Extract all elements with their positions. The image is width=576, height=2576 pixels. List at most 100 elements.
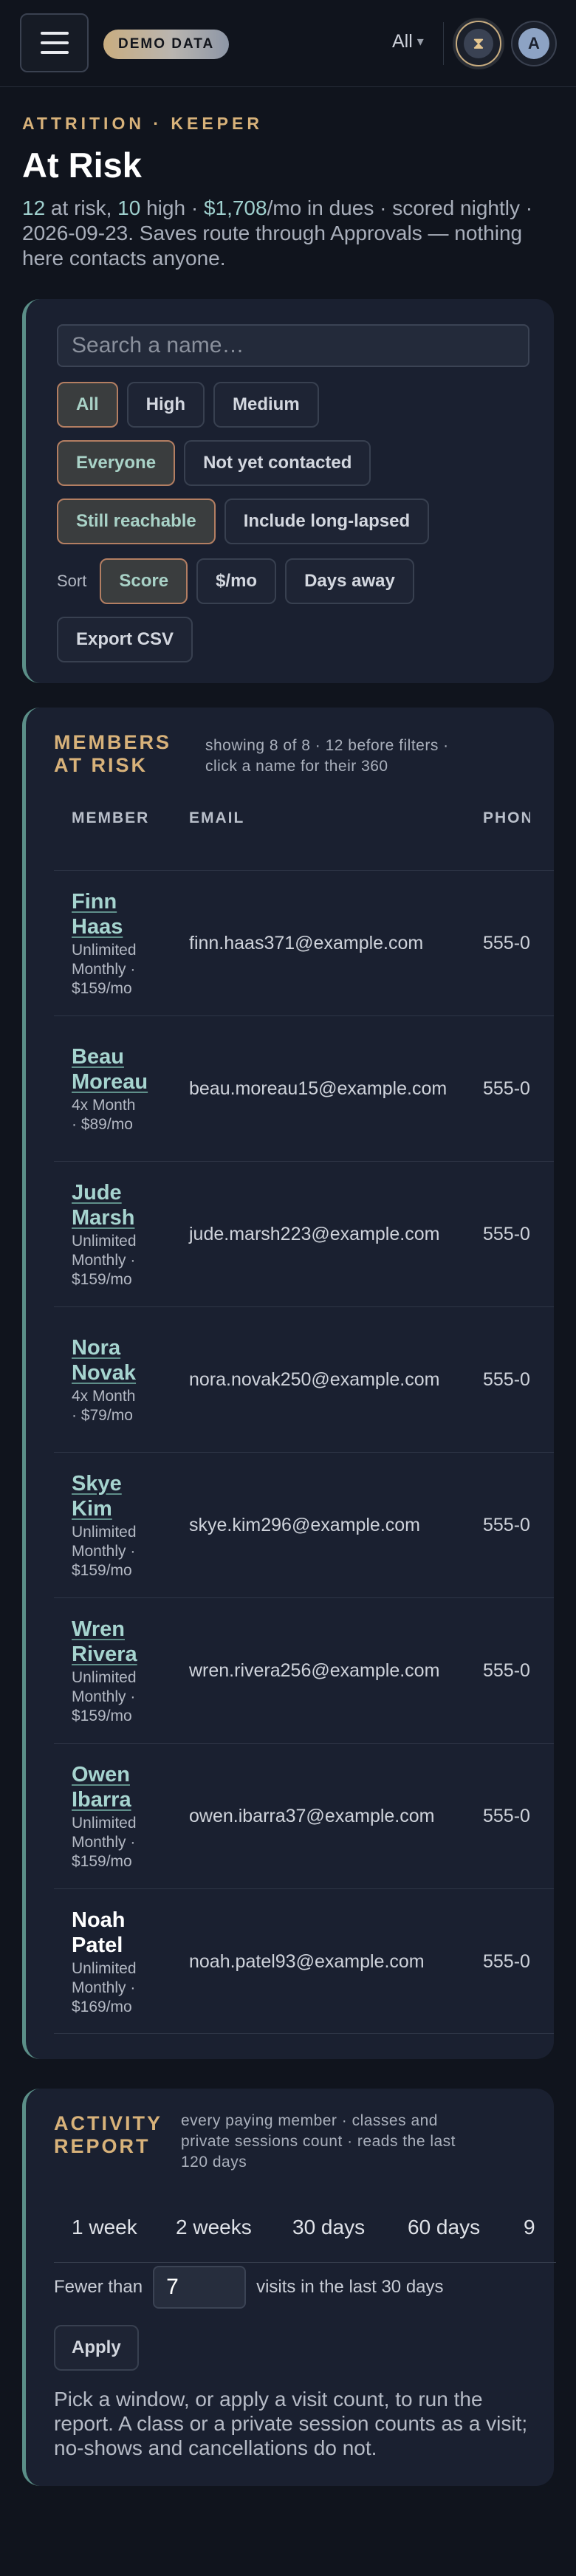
avatar[interactable]: A	[511, 21, 557, 66]
column-header-phone: PHONE	[483, 809, 530, 826]
member-plan-line: Monthly ·	[72, 1979, 136, 1996]
table-header: MEMBER EMAIL PHONE	[54, 809, 554, 839]
search-input[interactable]: Search a name…	[57, 324, 529, 367]
export-csv-button[interactable]: Export CSV	[57, 617, 193, 662]
page-eyebrow: ATTRITION · KEEPER	[22, 114, 263, 133]
member-plan-line: Monthly ·	[72, 960, 136, 978]
member-phone: 555-0	[483, 1078, 530, 1099]
member-phone: 555-0	[483, 1951, 530, 1972]
sort-control: Sort Score $/mo Days away	[57, 558, 414, 604]
table-row: Skye Kim Unlimited Monthly · $159/mo skye.kim…	[54, 1452, 554, 1597]
chip-not-yet-contacted[interactable]: Not yet contacted	[184, 440, 371, 486]
table-row: Jude Marsh Unlimited Monthly · $159/mo jude.m…	[54, 1161, 554, 1306]
member-first-name: Nora	[72, 1335, 121, 1360]
member-cell: Jude Marsh Unlimited Monthly · $159/mo	[72, 1162, 160, 1307]
members-table-body: Finn Haas Unlimited Monthly · $159/mo finn.ha…	[54, 870, 554, 2034]
chip-sort-score[interactable]: Score	[100, 558, 188, 604]
subtitle-line: click a name for their 360	[205, 758, 388, 775]
member-phone: 555-0	[483, 1806, 530, 1826]
member-email: skye.kim296@example.com	[189, 1515, 420, 1535]
member-name-link[interactable]: Beau Moreau	[72, 1044, 160, 1095]
member-phone: 555-0	[483, 1515, 530, 1535]
window-tabs: 1 week 2 weeks 30 days 60 days 9	[54, 2201, 556, 2263]
member-plan-line: · $89/mo	[72, 1115, 133, 1133]
tab-60-days[interactable]: 60 days	[408, 2216, 480, 2239]
at-risk-count: 12	[22, 196, 46, 219]
caret-down-icon: ▾	[416, 34, 424, 49]
member-cell: Skye Kim Unlimited Monthly · $159/mo	[72, 1453, 160, 1598]
member-plan-line: Monthly ·	[72, 1833, 136, 1851]
member-plan: 4x Month · $89/mo	[72, 1096, 160, 1134]
member-plan-line: Unlimited	[72, 1959, 137, 1977]
member-name-link[interactable]: Wren Rivera	[72, 1617, 160, 1667]
member-phone: 555-0	[483, 1369, 530, 1390]
column-header-email: EMAIL	[189, 809, 245, 826]
reach-filter: Still reachable Include long-lapsed	[57, 499, 430, 544]
member-email: nora.novak250@example.com	[189, 1369, 440, 1390]
card-title-line: AT RISK	[54, 754, 148, 776]
subtitle-line: private sessions count · reads the last	[181, 2133, 456, 2150]
member-name-link[interactable]: Nora Novak	[72, 1335, 160, 1385]
visit-count-input[interactable]: 7	[153, 2266, 247, 2309]
member-plan-line: $159/mo	[72, 1852, 132, 1870]
member-plan-line: Unlimited	[72, 1814, 137, 1832]
apply-button[interactable]: Apply	[54, 2325, 139, 2371]
hamburger-icon	[40, 51, 69, 54]
member-plan: Unlimited Monthly · $159/mo	[72, 1668, 160, 1726]
member-plan-line: $159/mo	[72, 1561, 132, 1579]
member-name-link[interactable]: Finn Haas	[72, 889, 160, 939]
page-summary: 12 at risk, 10 high · $1,708/mo in dues …	[22, 196, 554, 271]
filters-card: Search a name… All High Medium Everyone …	[22, 299, 554, 683]
visit-count-row: Fewer than 7 visits in the last 30 days	[54, 2266, 444, 2309]
hourglass-button[interactable]: ⧗	[456, 21, 501, 66]
member-name-link[interactable]: Owen Ibarra	[72, 1762, 160, 1812]
member-plan-line: Monthly ·	[72, 1688, 136, 1705]
member-first-name: Owen	[72, 1762, 130, 1787]
member-plan-line: 4x Month	[72, 1096, 136, 1114]
chip-still-reachable[interactable]: Still reachable	[57, 499, 216, 544]
member-plan: Unlimited Monthly · $159/mo	[72, 1232, 160, 1289]
tab-2-weeks[interactable]: 2 weeks	[176, 2216, 252, 2239]
member-cell: Beau Moreau 4x Month · $89/mo	[72, 1016, 160, 1162]
activity-help-text: Pick a window, or apply a visit count, t…	[54, 2388, 528, 2459]
member-first-name: Noah	[72, 1908, 126, 1932]
member-plan-line: $159/mo	[72, 1707, 132, 1724]
member-cell: Wren Rivera Unlimited Monthly · $159/mo	[72, 1598, 160, 1744]
chip-risk-medium[interactable]: Medium	[213, 382, 319, 428]
scope-select-value: All	[392, 31, 413, 52]
member-email: beau.moreau15@example.com	[189, 1078, 448, 1099]
menu-button[interactable]	[20, 13, 89, 72]
chip-everyone[interactable]: Everyone	[57, 440, 176, 486]
member-plan-line: Unlimited	[72, 1232, 137, 1250]
member-cell: Nora Novak 4x Month · $79/mo	[72, 1307, 160, 1453]
tab-more[interactable]: 9	[524, 2216, 535, 2239]
member-phone: 555-0	[483, 1224, 530, 1244]
demo-data-badge: DEMO DATA	[103, 30, 230, 59]
member-plan: Unlimited Monthly · $159/mo	[72, 1523, 160, 1580]
chip-sort-dollars-per-month[interactable]: $/mo	[196, 558, 277, 604]
tab-1-week[interactable]: 1 week	[72, 2216, 137, 2239]
member-last-name: Kim	[72, 1496, 112, 1521]
members-card-subtitle: showing 8 of 8 · 12 before filters · cli…	[205, 736, 449, 777]
member-cell: Noah Patel Unlimited Monthly · $169/mo	[72, 1889, 160, 2035]
member-email: owen.ibarra37@example.com	[189, 1806, 435, 1826]
member-name-link[interactable]: Jude Marsh	[72, 1180, 160, 1230]
table-row: Noah Patel Unlimited Monthly · $169/mo noah.p…	[54, 1888, 554, 2034]
member-name-link[interactable]: Skye Kim	[72, 1471, 160, 1521]
top-bar: DEMO DATA All ▾ ⧗ A	[0, 0, 576, 87]
table-row: Wren Rivera Unlimited Monthly · $159/mo wren.…	[54, 1597, 554, 1743]
chip-risk-high[interactable]: High	[126, 382, 205, 428]
scope-select[interactable]: All ▾	[392, 31, 424, 52]
sort-label: Sort	[57, 572, 87, 590]
chip-sort-days-away[interactable]: Days away	[285, 558, 414, 604]
member-cell: Finn Haas Unlimited Monthly · $159/mo	[72, 871, 160, 1016]
hamburger-icon	[40, 32, 69, 35]
chip-risk-all[interactable]: All	[57, 382, 118, 428]
subtitle-line: showing 8 of 8 · 12 before filters ·	[205, 737, 449, 754]
member-first-name: Wren	[72, 1617, 125, 1641]
tab-30-days[interactable]: 30 days	[292, 2216, 365, 2239]
member-plan-line: $169/mo	[72, 1998, 132, 2015]
chip-include-long-lapsed[interactable]: Include long-lapsed	[224, 499, 430, 544]
member-name-link[interactable]: Noah Patel	[72, 1908, 160, 1958]
export-row: Export CSV	[57, 617, 193, 662]
